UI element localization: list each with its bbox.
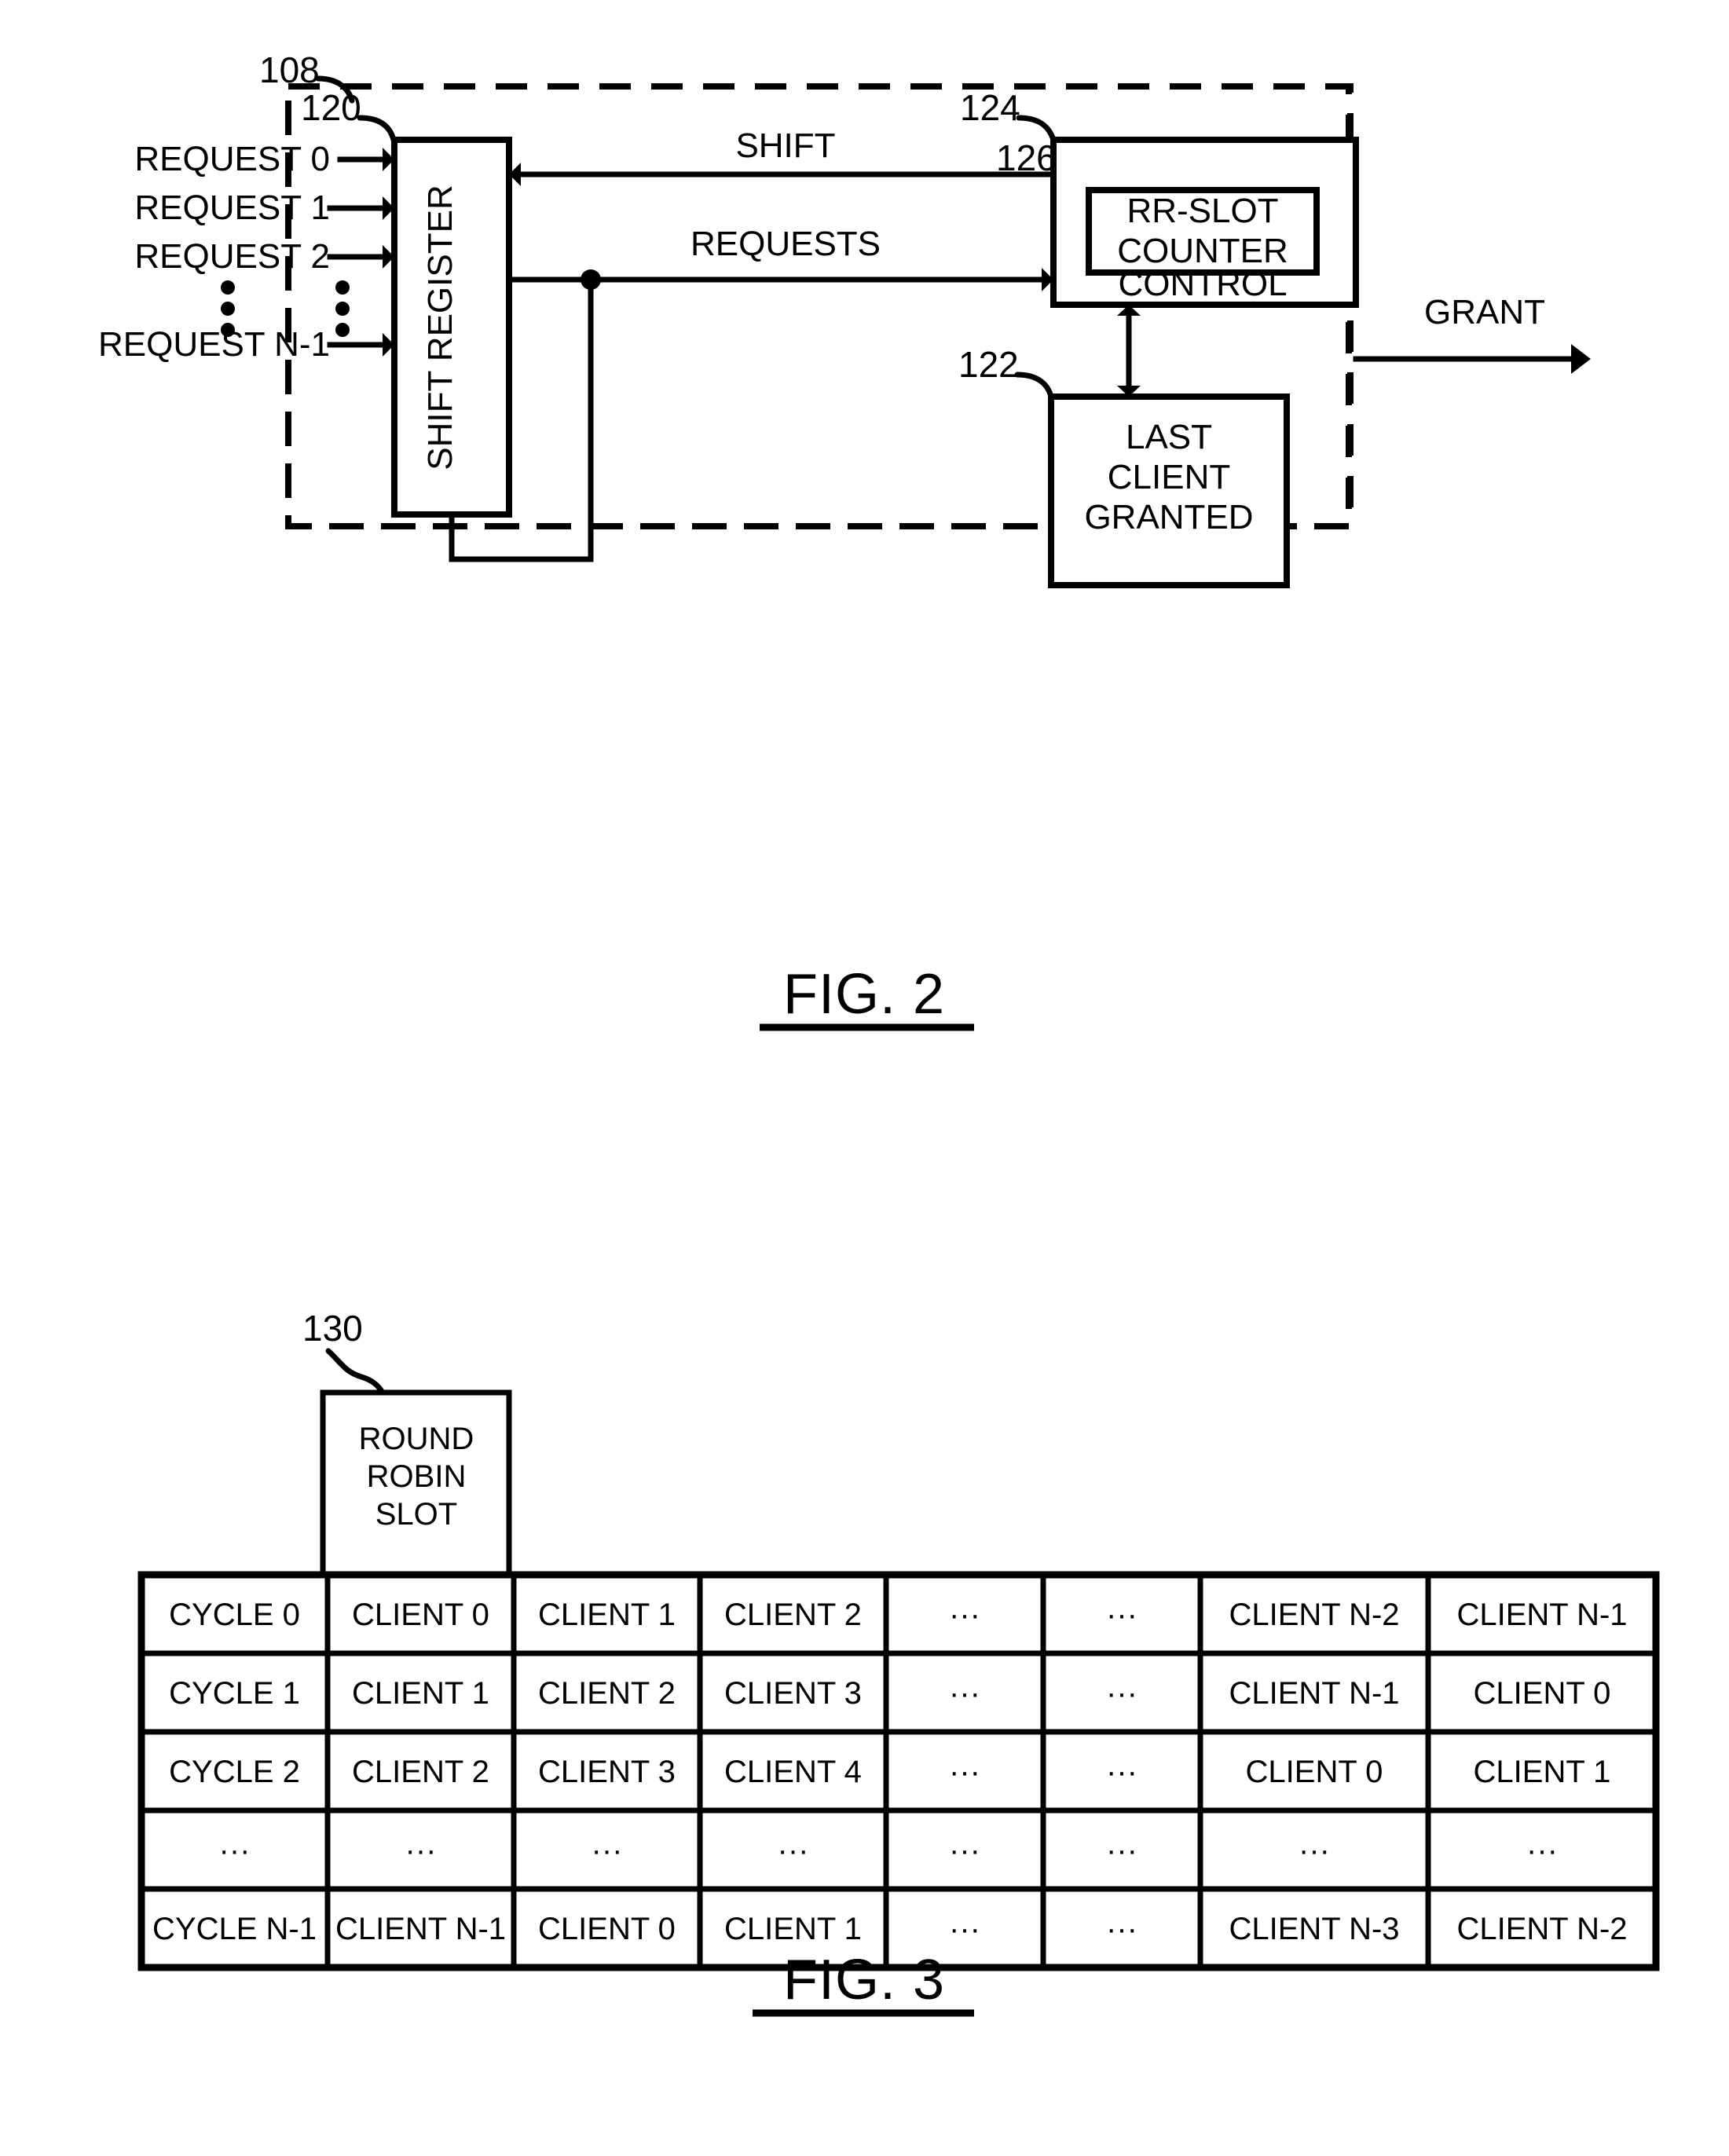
table-cell-text: ··· [219,1833,251,1868]
ref-108: 108 [259,49,320,90]
table-cell-text: CLIENT 4 [724,1755,862,1789]
table-cell-text: CLIENT 1 [724,1912,862,1946]
table-cell-text: CLIENT 0 [1246,1755,1383,1789]
shift-register-label: SHIFT REGISTER [421,185,460,470]
figure-3: 130 ROUND ROBIN SLOT CYCLE 0 CLIENT 0 CLIE… [137,1308,1660,2017]
table-cell-text: ··· [1526,1833,1558,1868]
round-robin-slot-label-line1: ROUND [359,1422,474,1456]
input-label-request-2: REQUEST 2 [134,237,330,276]
leader-130 [325,1348,386,1396]
input-arrow-request-2 [327,245,394,269]
table-cell-text: CLIENT 2 [538,1676,676,1711]
ref-122: 122 [958,344,1019,385]
signal-arrow-shift [509,163,1057,186]
table-cell-text: CLIENT N-3 [1229,1912,1399,1946]
table-cell-text: ··· [949,1598,980,1632]
table-cell-text: CLIENT N-2 [1229,1598,1399,1632]
table-cell-text: ··· [949,1912,980,1946]
table-cell-text: ··· [1106,1755,1137,1789]
figure-2: 108 120 124 126 122 SHIFT REGISTER REQUE… [98,49,1591,1031]
input-label-request-0: REQUEST 0 [134,140,330,178]
leader-122 [1014,372,1054,400]
signal-label-grant: GRANT [1424,293,1545,331]
table-cell-text: ··· [592,1833,623,1868]
table-cell-text: ··· [1106,1676,1137,1711]
table-cell-text: CLIENT N-1 [1456,1598,1627,1632]
signal-label-requests: REQUESTS [691,225,881,263]
last-client-granted-label-line1: LAST [1126,418,1212,456]
table-cell-text: CLIENT 1 [1474,1755,1611,1789]
bidirectional-arrow-control-lastclient [1117,305,1141,397]
control-label: CONTROL [1118,265,1287,303]
ref-124: 124 [960,87,1020,128]
table-cell-text: ··· [1106,1912,1137,1946]
figure-3-caption: FIG. 3 [783,1949,945,2011]
input-ellipsis-inner [335,280,350,337]
table-cell-text: CLIENT 0 [1474,1676,1611,1711]
figure-2-caption: FIG. 2 [783,963,945,1026]
round-robin-slot-label-line3: SLOT [375,1497,457,1532]
table-cell-text: ··· [949,1833,980,1868]
table-cell-text: ··· [949,1676,980,1711]
input-arrow-request-0 [337,148,394,171]
leader-120 [357,115,397,143]
round-robin-slot-label-line2: ROBIN [367,1459,467,1494]
table-cell-text: CYCLE 2 [169,1755,300,1789]
table-cell-text: CLIENT 3 [538,1755,676,1789]
table-cell-text: CLIENT 0 [538,1912,676,1946]
patent-drawing-sheet: 108 120 124 126 122 SHIFT REGISTER REQUE… [0,0,1729,2156]
input-arrow-request-n-1 [327,333,394,357]
table-cell-text: CLIENT N-1 [335,1912,506,1946]
table-cell-text: CLIENT 0 [352,1598,489,1632]
table-cell-text: CLIENT 1 [538,1598,676,1632]
round-robin-schedule-table: CYCLE 0 CLIENT 0 CLIENT 1 CLIENT 2 ··· ··· CLI… [137,1571,1660,1971]
table-cell-text: ··· [949,1755,980,1789]
table-cell-text: CYCLE 0 [169,1598,300,1632]
ref-120: 120 [301,87,361,128]
ref-130: 130 [302,1308,363,1349]
table-cell-text: ··· [1106,1833,1137,1868]
table-cell-text: CYCLE 1 [169,1676,300,1711]
table-cell-text: CLIENT 2 [352,1755,489,1789]
last-client-granted-label-line3: GRANTED [1084,498,1253,536]
leader-124 [1016,115,1057,143]
table-cell-text: CLIENT N-1 [1229,1676,1399,1711]
rr-slot-counter-label-line1: RR-SLOT [1126,192,1278,230]
input-arrow-request-1 [327,196,394,220]
table-cell-text: CLIENT 3 [724,1676,862,1711]
table-cell-text: CLIENT 1 [352,1676,489,1711]
table-cell-text: CLIENT 2 [724,1598,862,1632]
table-cell-text: ··· [1299,1833,1330,1868]
table-cell-text: CLIENT N-2 [1456,1912,1627,1946]
table-cell-text: ··· [778,1833,809,1868]
table-cell-text: CYCLE N-1 [152,1912,317,1946]
signal-arrow-grant [1353,344,1591,374]
signal-label-shift: SHIFT [735,126,835,165]
last-client-granted-label-line2: CLIENT [1108,458,1230,496]
table-cell-text: ··· [405,1833,437,1868]
input-label-request-n-1: REQUEST N-1 [98,325,330,364]
input-label-request-1: REQUEST 1 [134,189,330,227]
table-cell-text: ··· [1106,1598,1137,1632]
